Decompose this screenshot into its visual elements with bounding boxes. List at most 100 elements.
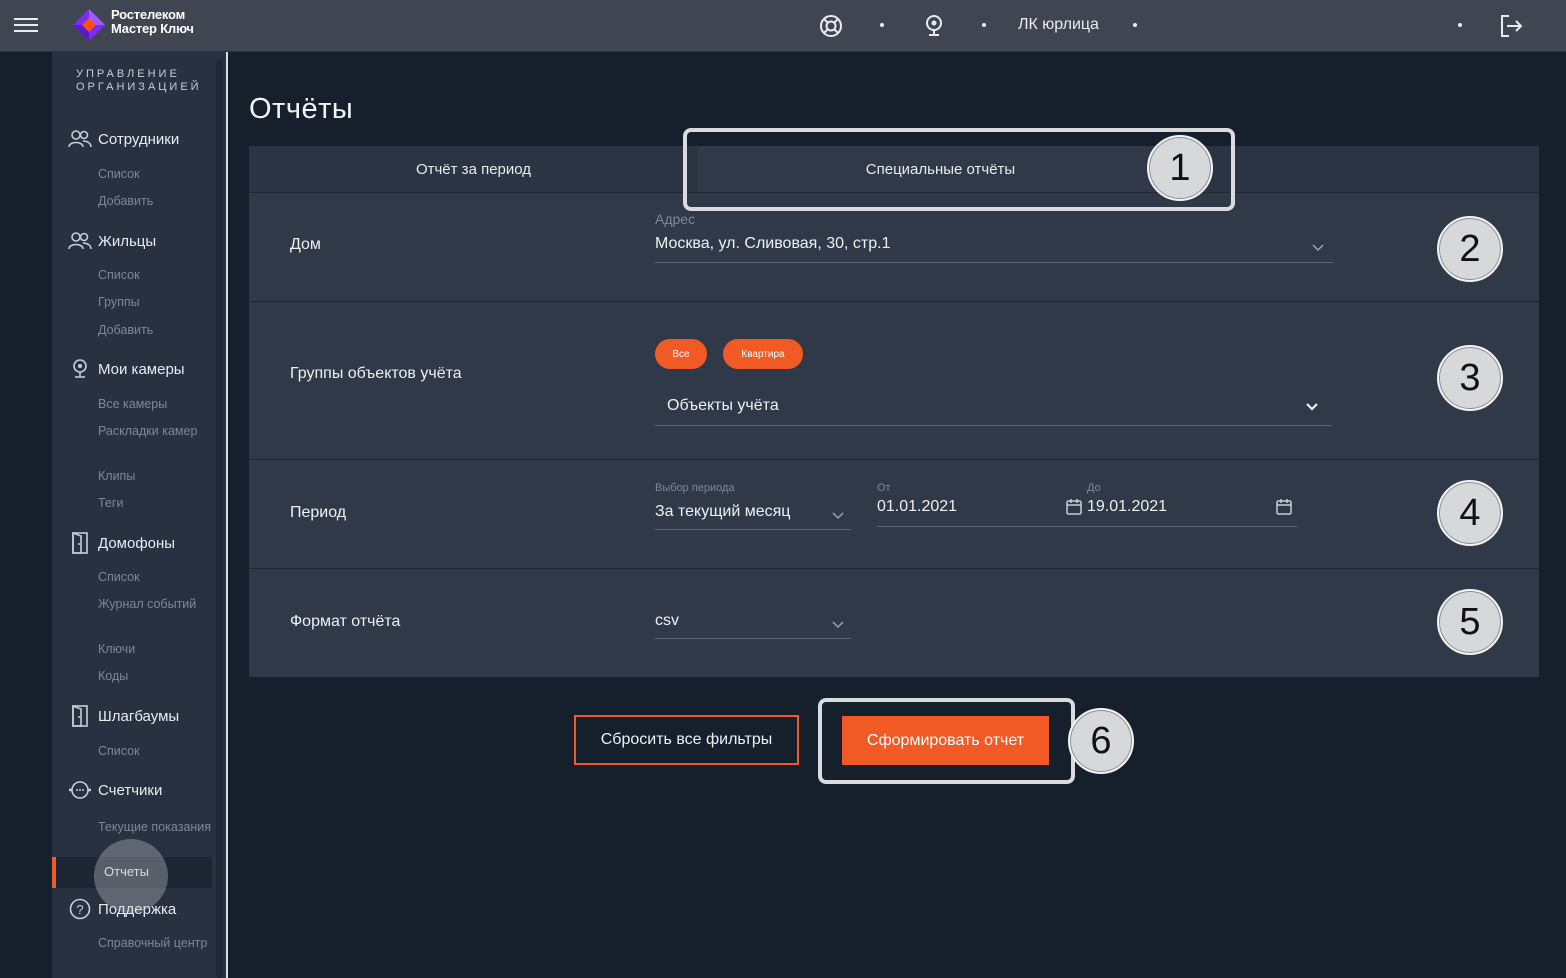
chevron-down-icon[interactable] bbox=[1305, 402, 1319, 412]
users-icon bbox=[68, 130, 92, 148]
sidebar-item-cameras-layouts[interactable]: Раскладки камер bbox=[98, 423, 218, 440]
tab-period-report[interactable]: Отчёт за период bbox=[249, 146, 698, 192]
sidebar-section-label: Счетчики bbox=[98, 781, 163, 799]
tab-special-reports[interactable]: Специальные отчёты bbox=[698, 146, 1183, 192]
period-label: Период bbox=[290, 504, 347, 521]
sidebar-item-employees-list[interactable]: Список bbox=[98, 166, 218, 183]
top-bar: Ростелеком Мастер Ключ ЛК юрлица bbox=[0, 0, 1566, 52]
sidebar-heading-line-2: ОРГАНИЗАЦИЕЙ bbox=[76, 81, 202, 93]
camera-icon bbox=[73, 359, 87, 378]
camera-icon[interactable] bbox=[921, 13, 947, 39]
sidebar-section-residents[interactable]: Жильцы bbox=[68, 230, 156, 252]
address-underline bbox=[655, 262, 1333, 263]
format-label: Формат отчёта bbox=[290, 613, 401, 630]
page-title: Отчёты bbox=[249, 93, 354, 125]
sidebar-section-label: Шлагбаумы bbox=[98, 707, 180, 725]
chevron-down-icon[interactable] bbox=[831, 510, 845, 520]
sidebar-heading: УПРАВЛЕНИЕ ОРГАНИЗАЦИЕЙ bbox=[76, 68, 202, 94]
address-select[interactable]: Москва, ул. Сливовая, 30, стр.1 bbox=[655, 235, 890, 253]
date-to-label: До bbox=[1087, 482, 1101, 494]
rostelecom-logo-icon bbox=[73, 9, 105, 41]
separator-dot bbox=[1458, 23, 1462, 27]
sidebar-section-label: Жильцы bbox=[98, 232, 157, 250]
sidebar-section-barriers[interactable]: Шлагбаумы bbox=[68, 705, 179, 727]
format-row: Формат отчёта csv bbox=[249, 568, 1539, 677]
annotation-marker-2: 2 bbox=[1437, 216, 1503, 282]
sidebar-section-intercoms[interactable]: Домофоны bbox=[68, 532, 175, 554]
period-select[interactable]: За текущий месяц bbox=[655, 503, 790, 521]
sidebar-item-intercoms-list[interactable]: Список bbox=[98, 569, 218, 586]
sidebar-item-residents-list[interactable]: Список bbox=[98, 267, 218, 284]
reset-filters-button[interactable]: Сбросить все фильтры bbox=[574, 715, 799, 765]
sidebar-item-meters-current[interactable]: Текущие показания bbox=[98, 819, 218, 836]
sidebar-item-employees-add[interactable]: Добавить bbox=[98, 193, 218, 210]
period-row: Период Выбор периода За текущий месяц От… bbox=[249, 459, 1539, 568]
sidebar-heading-line-1: УПРАВЛЕНИЕ bbox=[76, 68, 180, 80]
sidebar-section-label: Поддержка bbox=[98, 900, 177, 918]
menu-icon[interactable] bbox=[14, 14, 38, 36]
sidebar-divider bbox=[226, 52, 228, 978]
separator-dot bbox=[982, 23, 986, 27]
sidebar-section-label: Сотрудники bbox=[98, 130, 180, 148]
date-from-input[interactable]: 01.01.2021 bbox=[877, 498, 957, 516]
help-circle-icon: ? bbox=[69, 898, 91, 920]
accounting-objects-underline bbox=[655, 425, 1332, 426]
sidebar-section-employees[interactable]: Сотрудники bbox=[68, 128, 179, 150]
support-lifebuoy-icon[interactable] bbox=[818, 13, 844, 39]
sidebar-item-residents-add[interactable]: Добавить bbox=[98, 322, 218, 339]
chevron-down-icon[interactable] bbox=[1311, 242, 1325, 252]
calendar-icon[interactable] bbox=[1275, 498, 1293, 516]
house-label: Дом bbox=[290, 236, 321, 253]
brand-line-1: Ростелеком bbox=[111, 7, 185, 22]
logout-icon[interactable] bbox=[1498, 13, 1524, 39]
chip-all[interactable]: Все bbox=[655, 339, 707, 369]
groups-label: Группы объектов учёта bbox=[290, 365, 462, 382]
sidebar-item-cameras-all[interactable]: Все камеры bbox=[98, 396, 218, 413]
sidebar-section-meters[interactable]: Счетчики bbox=[68, 779, 162, 801]
generate-report-button[interactable]: Сформировать отчет bbox=[842, 716, 1049, 765]
sidebar-item-residents-groups[interactable]: Группы bbox=[98, 294, 218, 311]
sidebar-item-reports-label: Отчеты bbox=[104, 864, 149, 879]
chip-apartment[interactable]: Квартира bbox=[723, 339, 803, 369]
format-select[interactable]: csv bbox=[655, 612, 679, 630]
accounting-objects-select[interactable]: Объекты учёта bbox=[667, 397, 779, 415]
users-icon bbox=[68, 232, 92, 250]
sidebar-item-intercoms-codes[interactable]: Коды bbox=[98, 668, 218, 685]
address-field-label: Адрес bbox=[655, 211, 696, 227]
account-switcher[interactable]: ЛК юрлица bbox=[1018, 16, 1099, 34]
separator-dot bbox=[1133, 23, 1137, 27]
annotation-marker-5: 5 bbox=[1437, 589, 1503, 655]
format-select-underline bbox=[655, 638, 851, 639]
groups-row: Группы объектов учёта Все Квартира Объек… bbox=[249, 301, 1539, 459]
brand-name: Ростелеком Мастер Ключ bbox=[111, 8, 194, 36]
separator-dot bbox=[880, 23, 884, 27]
report-tabs: Отчёт за период Специальные отчёты bbox=[249, 146, 1539, 192]
annotation-marker-4: 4 bbox=[1437, 480, 1503, 546]
sidebar-section-label: Домофоны bbox=[98, 534, 176, 552]
sidebar-item-barriers-list[interactable]: Список bbox=[98, 743, 218, 760]
sidebar-item-cameras-clips[interactable]: Клипы bbox=[98, 468, 218, 485]
sidebar-item-help-center[interactable]: Справочный центр bbox=[98, 935, 218, 952]
svg-text:?: ? bbox=[76, 902, 83, 917]
brand-line-2: Мастер Ключ bbox=[111, 21, 194, 36]
annotation-marker-6: 6 bbox=[1068, 708, 1134, 774]
sidebar: УПРАВЛЕНИЕ ОРГАНИЗАЦИЕЙ Сотрудники Списо… bbox=[52, 52, 228, 978]
period-select-underline bbox=[655, 529, 851, 530]
sidebar-scrollbar[interactable] bbox=[216, 60, 223, 978]
period-select-label: Выбор периода bbox=[655, 482, 735, 494]
sidebar-item-cameras-tags[interactable]: Теги bbox=[98, 495, 218, 512]
chevron-down-icon[interactable] bbox=[831, 619, 845, 629]
house-row: Дом Адрес Москва, ул. Сливовая, 30, стр.… bbox=[249, 192, 1539, 301]
sidebar-item-intercoms-keys[interactable]: Ключи bbox=[98, 641, 218, 658]
calendar-icon[interactable] bbox=[1065, 498, 1083, 516]
sidebar-section-label: Мои камеры bbox=[98, 360, 185, 378]
annotation-marker-3: 3 bbox=[1437, 345, 1503, 411]
door-icon bbox=[72, 532, 88, 554]
date-to-input[interactable]: 19.01.2021 bbox=[1087, 498, 1167, 516]
date-range-underline bbox=[877, 526, 1297, 527]
sidebar-item-intercoms-events[interactable]: Журнал событий bbox=[98, 596, 218, 613]
annotation-marker-1: 1 bbox=[1147, 135, 1213, 201]
sidebar-section-cameras[interactable]: Мои камеры bbox=[68, 358, 185, 380]
sidebar-section-support[interactable]: ? Поддержка bbox=[68, 898, 176, 920]
meter-icon bbox=[69, 781, 91, 799]
